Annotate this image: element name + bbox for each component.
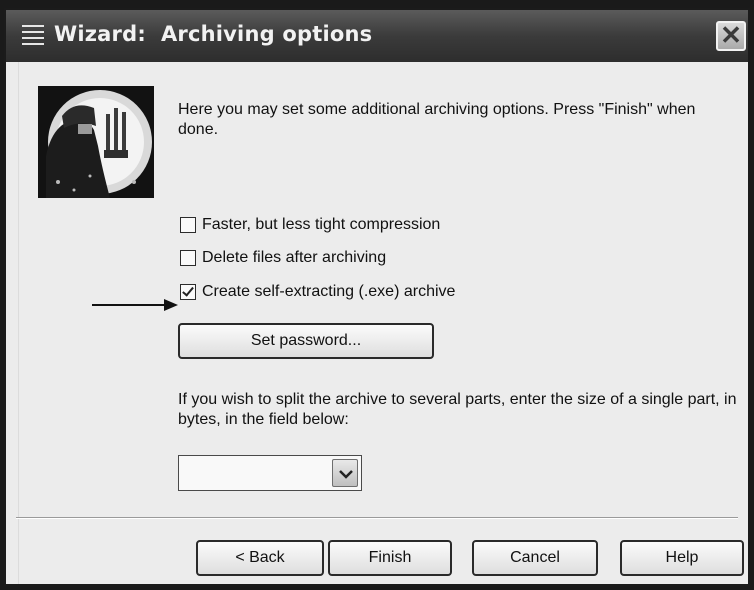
finish-button[interactable]: Finish <box>328 540 452 576</box>
self-extracting-checkbox[interactable] <box>180 284 196 300</box>
help-button[interactable]: Help <box>620 540 744 576</box>
self-extracting-option[interactable]: Create self-extracting (.exe) archive <box>180 281 455 303</box>
divider <box>18 62 19 584</box>
faster-compression-label: Faster, but less tight compression <box>202 216 441 233</box>
close-icon: ✕ <box>720 20 742 50</box>
faster-compression-checkbox[interactable] <box>180 217 196 233</box>
title-bar[interactable]: Wizard: Archiving options ✕ <box>6 10 748 62</box>
delete-files-label: Delete files after archiving <box>202 249 387 266</box>
delete-files-option[interactable]: Delete files after archiving <box>180 247 386 269</box>
window-title: Wizard: Archiving options <box>54 22 373 46</box>
close-button[interactable]: ✕ <box>716 21 746 51</box>
set-password-button[interactable]: Set password... <box>178 323 434 359</box>
wizard-logo-image <box>38 86 154 198</box>
cancel-button[interactable]: Cancel <box>472 540 598 576</box>
delete-files-checkbox[interactable] <box>180 250 196 266</box>
split-instructions: If you wish to split the archive to seve… <box>178 391 737 428</box>
chevron-down-icon <box>339 470 353 479</box>
self-extracting-label: Create self-extracting (.exe) archive <box>202 283 456 300</box>
pointer-arrow <box>92 299 178 311</box>
intro-text: Here you may set some additional archivi… <box>178 101 696 138</box>
dropdown-button[interactable] <box>332 459 358 487</box>
button-separator <box>16 517 738 519</box>
faster-compression-option[interactable]: Faster, but less tight compression <box>180 214 440 236</box>
split-size-dropdown[interactable] <box>178 455 362 491</box>
wizard-dialog: Wizard: Archiving options ✕ Here you may… <box>4 8 750 586</box>
back-button[interactable]: < Back <box>196 540 324 576</box>
list-icon <box>22 25 44 45</box>
